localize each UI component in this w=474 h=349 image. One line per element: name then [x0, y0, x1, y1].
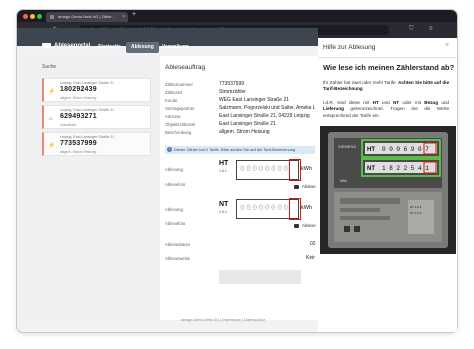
reading-label: Ablesung [165, 207, 183, 212]
menu-icon[interactable]: ≡ [429, 26, 433, 32]
help-text-bold: Bezug [424, 100, 439, 105]
reading-label: Ablesung [165, 167, 183, 172]
app-logo[interactable]: Ableseportal [42, 43, 90, 49]
detail-value: allgem. Strom Heizung [219, 129, 270, 135]
help-paragraph-2: I.d.R. sind diese mit HT und NT oder mit… [323, 100, 449, 119]
bolt-icon: ⚡ [48, 89, 56, 95]
help-text: I.d.R. sind diese mit [323, 100, 373, 105]
close-window-icon[interactable] [23, 14, 28, 19]
meter-card[interactable]: ⚡ Leipzig, East Lansinger Straße 21 1802… [42, 78, 151, 102]
meter-photo: SIEMENS HT 0 0 0 6 9 0 7 NT 1 8 2 2 5 4 … [320, 126, 456, 254]
tab-bar: amago Demo-Netz AG | Zähle... × + [17, 10, 457, 22]
help-text-bold: Lieferung [323, 106, 344, 112]
bolt-icon: ⚡ [48, 143, 56, 149]
detail-value: Stromzähler [219, 89, 246, 95]
logo-text: Ableseportal [54, 43, 91, 49]
date-input[interactable]: 02 [310, 241, 316, 247]
upload-photo-label: Ablese [302, 184, 316, 189]
photo-label: Ablesefoto [165, 182, 186, 187]
upload-photo-label: Ablese [302, 223, 316, 228]
help-heading: Wie lese ich meinen Zählerstand ab? [323, 63, 455, 72]
meter-tariff-ht: HT [367, 147, 375, 153]
submit-button[interactable] [219, 270, 301, 284]
nav-startseite[interactable]: Startseite [93, 42, 126, 53]
detail-label: Objektschlüssel [165, 122, 196, 127]
card-address: Leipzig, East Lansinger Straße 21 [60, 135, 115, 139]
close-icon[interactable]: × [445, 42, 449, 49]
detail-label: Vertragspartner [165, 106, 195, 111]
meter-unit: kWh [340, 179, 347, 183]
reason-label: Ablesetweise [165, 256, 191, 261]
new-tab-icon[interactable]: + [132, 11, 136, 18]
tariff-info-banner: i Dieser Zähler hat 2 Tarife. Bitte acht… [165, 146, 315, 154]
help-paragraph-1: Ihr Zähler hat zwei oder mehr Tarife. Ac… [323, 80, 449, 93]
nav-ablesung[interactable]: Ablesung [126, 42, 159, 53]
meter-card[interactable]: ♨ Leipzig, East Lansinger Straße 21 6294… [42, 105, 151, 129]
detail-value: East Lansinger Straße 21 [219, 121, 276, 127]
logo-icon [42, 43, 51, 48]
help-text: und [438, 100, 449, 105]
meter-value-nt: 1 8 2 2 5 4 1 [382, 165, 429, 172]
detail-label: Zählerart [165, 90, 183, 95]
photo-label: Ablesefoto [165, 221, 186, 226]
close-tab-icon[interactable]: × [122, 12, 125, 22]
help-text: oder mit [399, 100, 425, 105]
card-number: 629493271 [60, 113, 97, 120]
detail-value: 773537999 [219, 81, 245, 87]
card-number: 180292439 [60, 86, 97, 93]
upload-photo-button[interactable]: Ablese [294, 184, 316, 189]
detail-label: Zählernummer [165, 82, 193, 87]
meter-value-ht: 0 0 0 6 9 0 7 [382, 146, 429, 153]
decimal-highlight [289, 159, 301, 181]
nav-verwaltung[interactable]: Verwaltung [157, 42, 194, 53]
tariff-code: 1.8.2 [219, 210, 227, 214]
meter-label-nt: NT 1.8.2 [410, 211, 422, 215]
upload-photo-button[interactable]: Ablese [294, 223, 316, 228]
help-text: Ihr Zähler hat zwei oder mehr Tarife. [323, 80, 399, 85]
unit-label: kWh [301, 205, 312, 211]
card-address: Leipzig, East Lansinger Straße 21 [60, 81, 115, 85]
favicon-icon [50, 15, 54, 19]
date-label: Ablesedatum [165, 242, 191, 247]
card-subtitle: allgem. Strom Heizung [60, 150, 97, 154]
camera-icon [294, 185, 299, 189]
detail-label: Beschreibung [165, 130, 192, 135]
info-icon: i [167, 147, 172, 152]
detail-value: East Lansinger Straße 21, 04229 Leipzig [219, 113, 310, 119]
tab-title: amago Demo-Netz AG | Zähle... [58, 14, 115, 19]
detail-label: Adresse [165, 114, 181, 119]
tariff-code: 1.8.1 [219, 169, 227, 173]
camera-icon [294, 224, 299, 228]
card-subtitle: Gaszähler [60, 123, 77, 127]
help-text: und [378, 100, 393, 105]
detail-value: WEG East Lansinger Straße 21 [219, 97, 290, 103]
detail-label: Kunde [165, 98, 178, 103]
tariff-name: HT [219, 160, 229, 167]
search-label[interactable]: Suche [42, 64, 56, 70]
detail-value: Salzmann, Pogorzelski und Sailer, Amelia… [219, 105, 316, 111]
meter-tariff-nt: NT [367, 166, 375, 172]
flame-icon: ♨ [48, 116, 54, 122]
meter-brand: SIEMENS [338, 144, 356, 149]
shield-icon[interactable]: ⛉ [409, 26, 414, 33]
meter-label-ht: HT 1.8.1 [410, 205, 422, 209]
meter-illustration: SIEMENS HT 0 0 0 6 9 0 7 NT 1 8 2 2 5 4 … [320, 126, 456, 254]
card-number: 773537999 [60, 140, 97, 147]
maximize-window-icon[interactable] [37, 14, 42, 19]
page-footer: amago Demo-Netz AG | Impressum | Datensc… [180, 318, 266, 322]
card-subtitle: allgem. Strom Heizung [60, 96, 97, 100]
decimal-highlight [289, 198, 301, 220]
reason-select[interactable]: Keir [306, 255, 315, 261]
minimize-window-icon[interactable] [30, 14, 35, 19]
unit-label: kWh [301, 166, 312, 172]
meter-card-selected[interactable]: ⚡ Leipzig, East Lansinger Straße 21 7735… [42, 132, 151, 156]
page-title: Ableseauftrag [165, 64, 206, 71]
tariff-name: NT [219, 201, 229, 208]
info-text: Dieser Zähler hat 2 Tarife. Bitte achten… [174, 147, 296, 152]
browser-tab[interactable]: amago Demo-Netz AG | Zähle... × [46, 12, 128, 22]
help-title: Hilfe zur Ablesung [323, 44, 376, 51]
card-address: Leipzig, East Lansinger Straße 21 [60, 108, 115, 112]
